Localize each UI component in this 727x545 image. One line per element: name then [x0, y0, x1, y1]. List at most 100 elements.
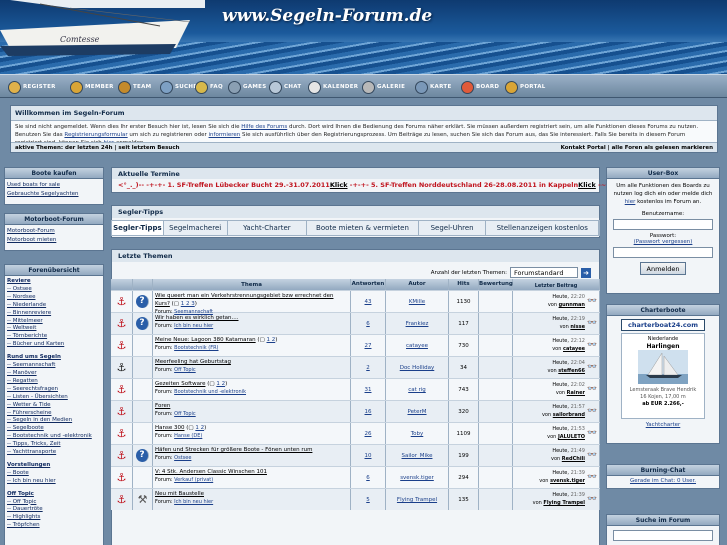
sidebar-link[interactable]: -- Tröpfchen: [5, 522, 103, 530]
topic-forum[interactable]: Verkauf (privat): [174, 477, 213, 483]
topic-answers[interactable]: 16: [365, 409, 372, 415]
go-arrow-icon[interactable]: ➜: [581, 267, 591, 278]
topic-count-select[interactable]: Forumstandard: [510, 267, 578, 278]
sidebar-link[interactable]: Rund ums Segeln: [5, 354, 103, 362]
last-post-user[interactable]: nisse: [570, 324, 585, 330]
topic-forum[interactable]: Off Topic: [174, 411, 196, 417]
topic-title[interactable]: Foren: [155, 403, 170, 409]
sidebar-link[interactable]: -- Törnberichte: [5, 333, 103, 341]
sidebar-link[interactable]: -- Niederlande: [5, 302, 103, 310]
topic-title[interactable]: Meine Neue: Lagoon 380 Katamaran: [155, 337, 256, 343]
topic-title[interactable]: Hanse 300: [155, 425, 185, 431]
topic-forum[interactable]: Off Topic: [174, 367, 196, 373]
nav-karte[interactable]: KARTE: [415, 79, 452, 95]
tipps-tab[interactable]: Segel-Uhren: [419, 221, 487, 235]
topic-author[interactable]: KMille: [409, 299, 425, 305]
charter-ad[interactable]: Niederlande Harlingen Lemsteraak Brave H…: [621, 333, 705, 419]
topic-answers[interactable]: 43: [365, 299, 372, 305]
sidebar-link[interactable]: -- Regatten: [5, 378, 103, 386]
forgot-password-link[interactable]: (Passwort vergessen): [607, 239, 719, 245]
col-antworten[interactable]: Antworten: [351, 279, 386, 290]
nav-galerie[interactable]: GALERIE: [362, 79, 405, 95]
sidebar-link[interactable]: -- Seerechtsfragen: [5, 386, 103, 394]
topic-forum[interactable]: Ich bin neu hier: [174, 323, 213, 329]
sidebar-link[interactable]: -- Nordsee: [5, 294, 103, 302]
sidebar-link[interactable]: -- Führerscheine: [5, 410, 103, 418]
topic-forum[interactable]: Ich bin neu hier: [174, 499, 213, 505]
nav-team[interactable]: TEAM: [118, 79, 151, 95]
sidebar-link[interactable]: -- Segelboote: [5, 425, 103, 433]
inform-link[interactable]: informieren: [209, 132, 241, 138]
sidebar-link[interactable]: -- Seemannschaft: [5, 362, 103, 370]
tipps-tab[interactable]: Yacht-Charter: [228, 221, 308, 235]
last-post-user[interactable]: sailorbrand: [553, 412, 585, 418]
yachtcharter-link[interactable]: Yachtcharter: [607, 422, 719, 428]
topic-author[interactable]: Doc Holliday: [400, 365, 435, 371]
col-bewertung[interactable]: Bewertung: [479, 279, 513, 290]
register-here-link[interactable]: hier: [625, 199, 636, 205]
sidebar-link[interactable]: Off Topic: [5, 491, 103, 499]
binoculars-icon[interactable]: 👓: [587, 319, 597, 327]
sidebar-link[interactable]: -- Yachttransporte: [5, 449, 103, 457]
sidebar-link[interactable]: -- Dauertröte: [5, 506, 103, 514]
nav-register[interactable]: REGISTER: [8, 79, 56, 95]
chat-users-link[interactable]: Gerade im Chat: 0 User.: [607, 478, 719, 484]
topic-pages[interactable]: 1 2: [216, 381, 225, 387]
topic-title[interactable]: Gezeiten Software: [155, 381, 205, 387]
topic-author[interactable]: Flying Trampel: [397, 497, 437, 503]
topic-answers[interactable]: 6: [366, 475, 370, 481]
binoculars-icon[interactable]: 👓: [587, 473, 597, 481]
termine-klick-2[interactable]: Klick: [578, 181, 596, 189]
sidebar-link[interactable]: -- Listen - Übersichten: [5, 394, 103, 402]
topic-answers[interactable]: 5: [366, 497, 370, 503]
binoculars-icon[interactable]: 👓: [587, 341, 597, 349]
sidebar-link[interactable]: -- Highlights: [5, 514, 103, 522]
topic-pages[interactable]: 1 2 3: [181, 301, 195, 307]
register-form-link[interactable]: Registrierungsformular: [64, 132, 127, 138]
binoculars-icon[interactable]: 👓: [587, 297, 597, 305]
topic-author[interactable]: catayee: [406, 343, 428, 349]
nav-games[interactable]: GAMES: [228, 79, 266, 95]
sidebar-link[interactable]: -- Manöver: [5, 370, 103, 378]
sidebar-link[interactable]: Motorboot mieten: [5, 236, 103, 245]
tipps-tab[interactable]: Segelmacherei: [164, 221, 228, 235]
topic-author[interactable]: svensk.tiger: [400, 475, 434, 481]
binoculars-icon[interactable]: 👓: [587, 429, 597, 437]
sidebar-link[interactable]: -- Segeln in den Medien: [5, 417, 103, 425]
topic-author[interactable]: Frankiez: [406, 321, 429, 327]
sidebar-link[interactable]: -- Boote: [5, 470, 103, 478]
binoculars-icon[interactable]: 👓: [587, 385, 597, 393]
sidebar-link[interactable]: -- Tipps, Tricks, Zeit: [5, 441, 103, 449]
sidebar-link[interactable]: -- Binnenreviere: [5, 310, 103, 318]
col-hits[interactable]: Hits: [449, 279, 479, 290]
sidebar-link[interactable]: Gebrauchte Segelyachten: [5, 190, 103, 199]
binoculars-icon[interactable]: 👓: [587, 495, 597, 503]
sidebar-link[interactable]: -- Wetter & Tide: [5, 402, 103, 410]
topic-answers[interactable]: 31: [365, 387, 372, 393]
topic-answers[interactable]: 26: [365, 431, 372, 437]
nav-suche[interactable]: SUCHE: [160, 79, 197, 95]
topic-author[interactable]: cat rig: [408, 387, 426, 393]
nav-board[interactable]: BOARD: [461, 79, 499, 95]
sidebar-link[interactable]: Used boats for sale: [5, 181, 103, 190]
last-post-user[interactable]: gunnman: [559, 302, 585, 308]
topic-title[interactable]: Häfen und Strecken für größere Boote - F…: [155, 447, 312, 453]
sidebar-link[interactable]: -- Ostsee: [5, 286, 103, 294]
login-button[interactable]: Anmelden: [640, 262, 686, 275]
sidebar-link[interactable]: -- Off Topic: [5, 499, 103, 507]
sidebar-link[interactable]: Motorboot-Forum: [5, 227, 103, 236]
topic-author[interactable]: PeterM: [407, 409, 426, 415]
topic-answers[interactable]: 6: [366, 321, 370, 327]
tipps-tab[interactable]: Segler-Tipps: [112, 221, 164, 235]
nav-chat[interactable]: CHAT: [269, 79, 301, 95]
tipps-tab[interactable]: Boote mieten & vermieten: [307, 221, 419, 235]
topic-answers[interactable]: 27: [365, 343, 372, 349]
topic-answers[interactable]: 10: [365, 453, 372, 459]
binoculars-icon[interactable]: 👓: [587, 407, 597, 415]
sidebar-link[interactable]: Reviere: [5, 278, 103, 286]
topic-pages[interactable]: 1 2: [267, 337, 276, 343]
sidebar-link[interactable]: -- Bootstechnik und -elektronik: [5, 433, 103, 441]
last-post-user[interactable]: catayee: [563, 346, 585, 352]
site-title[interactable]: www.Segeln-Forum.de: [222, 6, 432, 26]
topic-answers[interactable]: 2: [366, 365, 370, 371]
